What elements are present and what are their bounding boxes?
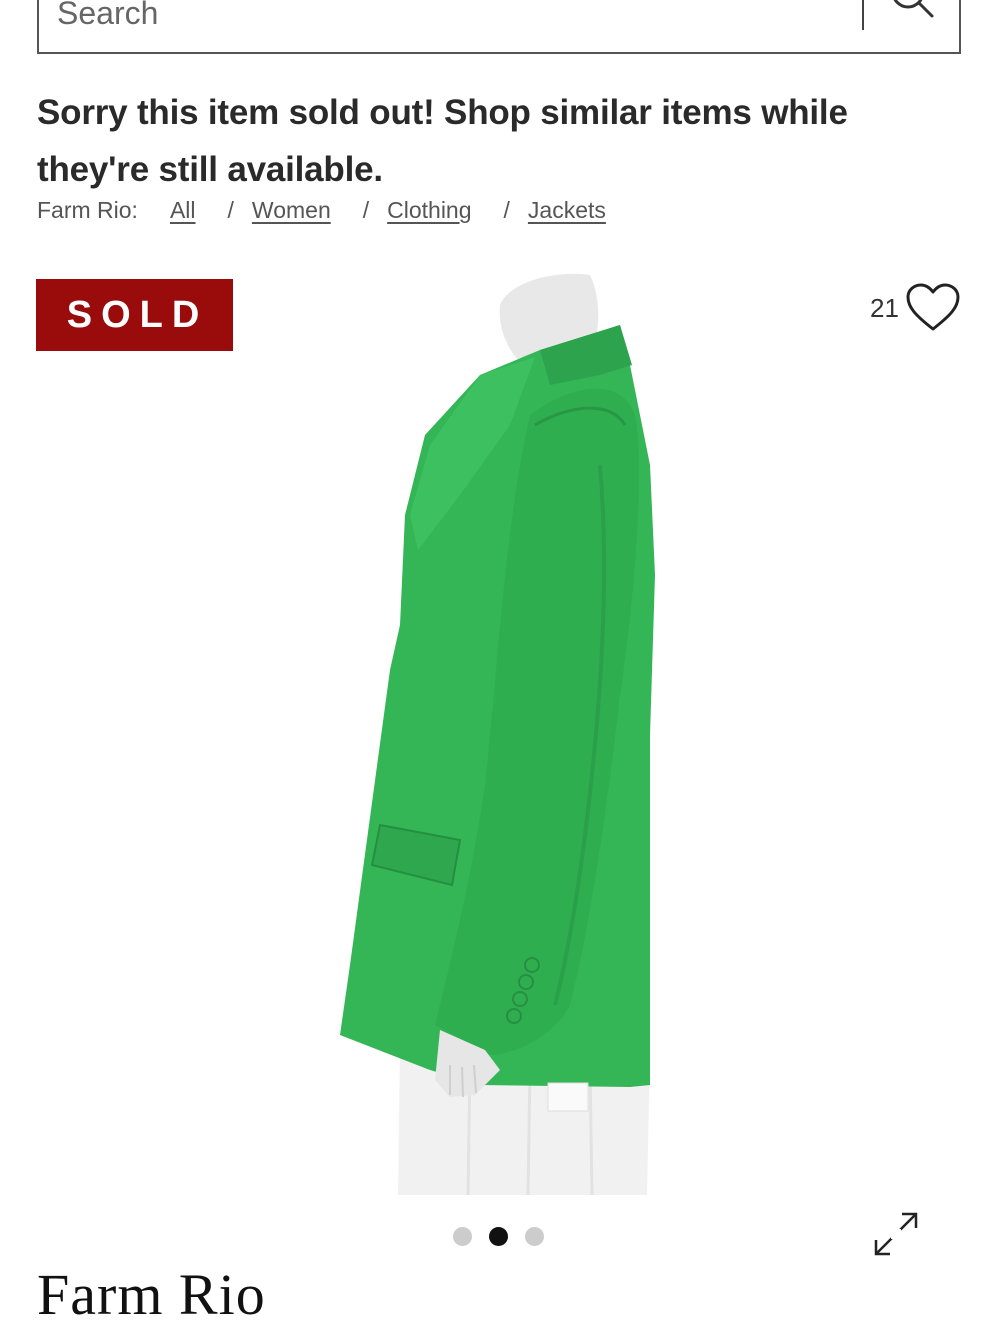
breadcrumb: Farm Rio: All / Women / Clothing / Jacke… <box>37 194 606 226</box>
sold-out-notice: Sorry this item sold out! Shop similar i… <box>37 93 848 189</box>
carousel-dot-3[interactable] <box>525 1227 544 1246</box>
breadcrumb-separator: / <box>227 196 234 223</box>
carousel-dots <box>453 1227 544 1246</box>
breadcrumb-brand: Farm Rio: <box>37 196 138 223</box>
breadcrumb-link-clothing[interactable]: Clothing <box>387 197 471 224</box>
breadcrumb-separator: / <box>503 196 510 223</box>
search-button[interactable] <box>884 0 944 32</box>
heart-icon <box>906 283 960 331</box>
breadcrumb-link-women[interactable]: Women <box>252 197 331 224</box>
carousel-dot-2-active[interactable] <box>489 1227 508 1246</box>
breadcrumb-link-all[interactable]: All <box>170 197 196 224</box>
product-image[interactable] <box>300 265 700 1200</box>
search-divider <box>862 0 864 30</box>
breadcrumb-link-jackets[interactable]: Jackets <box>528 197 606 224</box>
carousel-dot-1[interactable] <box>453 1227 472 1246</box>
expand-icon <box>874 1212 918 1256</box>
breadcrumb-separator: / <box>362 196 370 223</box>
product-photo <box>340 273 655 1196</box>
search-icon <box>893 0 934 18</box>
search-bar <box>37 0 961 54</box>
product-brand-title: Farm Rio <box>37 1262 266 1327</box>
favorite-button[interactable]: 21 <box>870 280 961 336</box>
expand-button[interactable] <box>870 1208 922 1260</box>
sold-badge: SOLD <box>36 279 233 351</box>
favorite-count: 21 <box>870 292 899 323</box>
search-input[interactable] <box>57 0 837 38</box>
